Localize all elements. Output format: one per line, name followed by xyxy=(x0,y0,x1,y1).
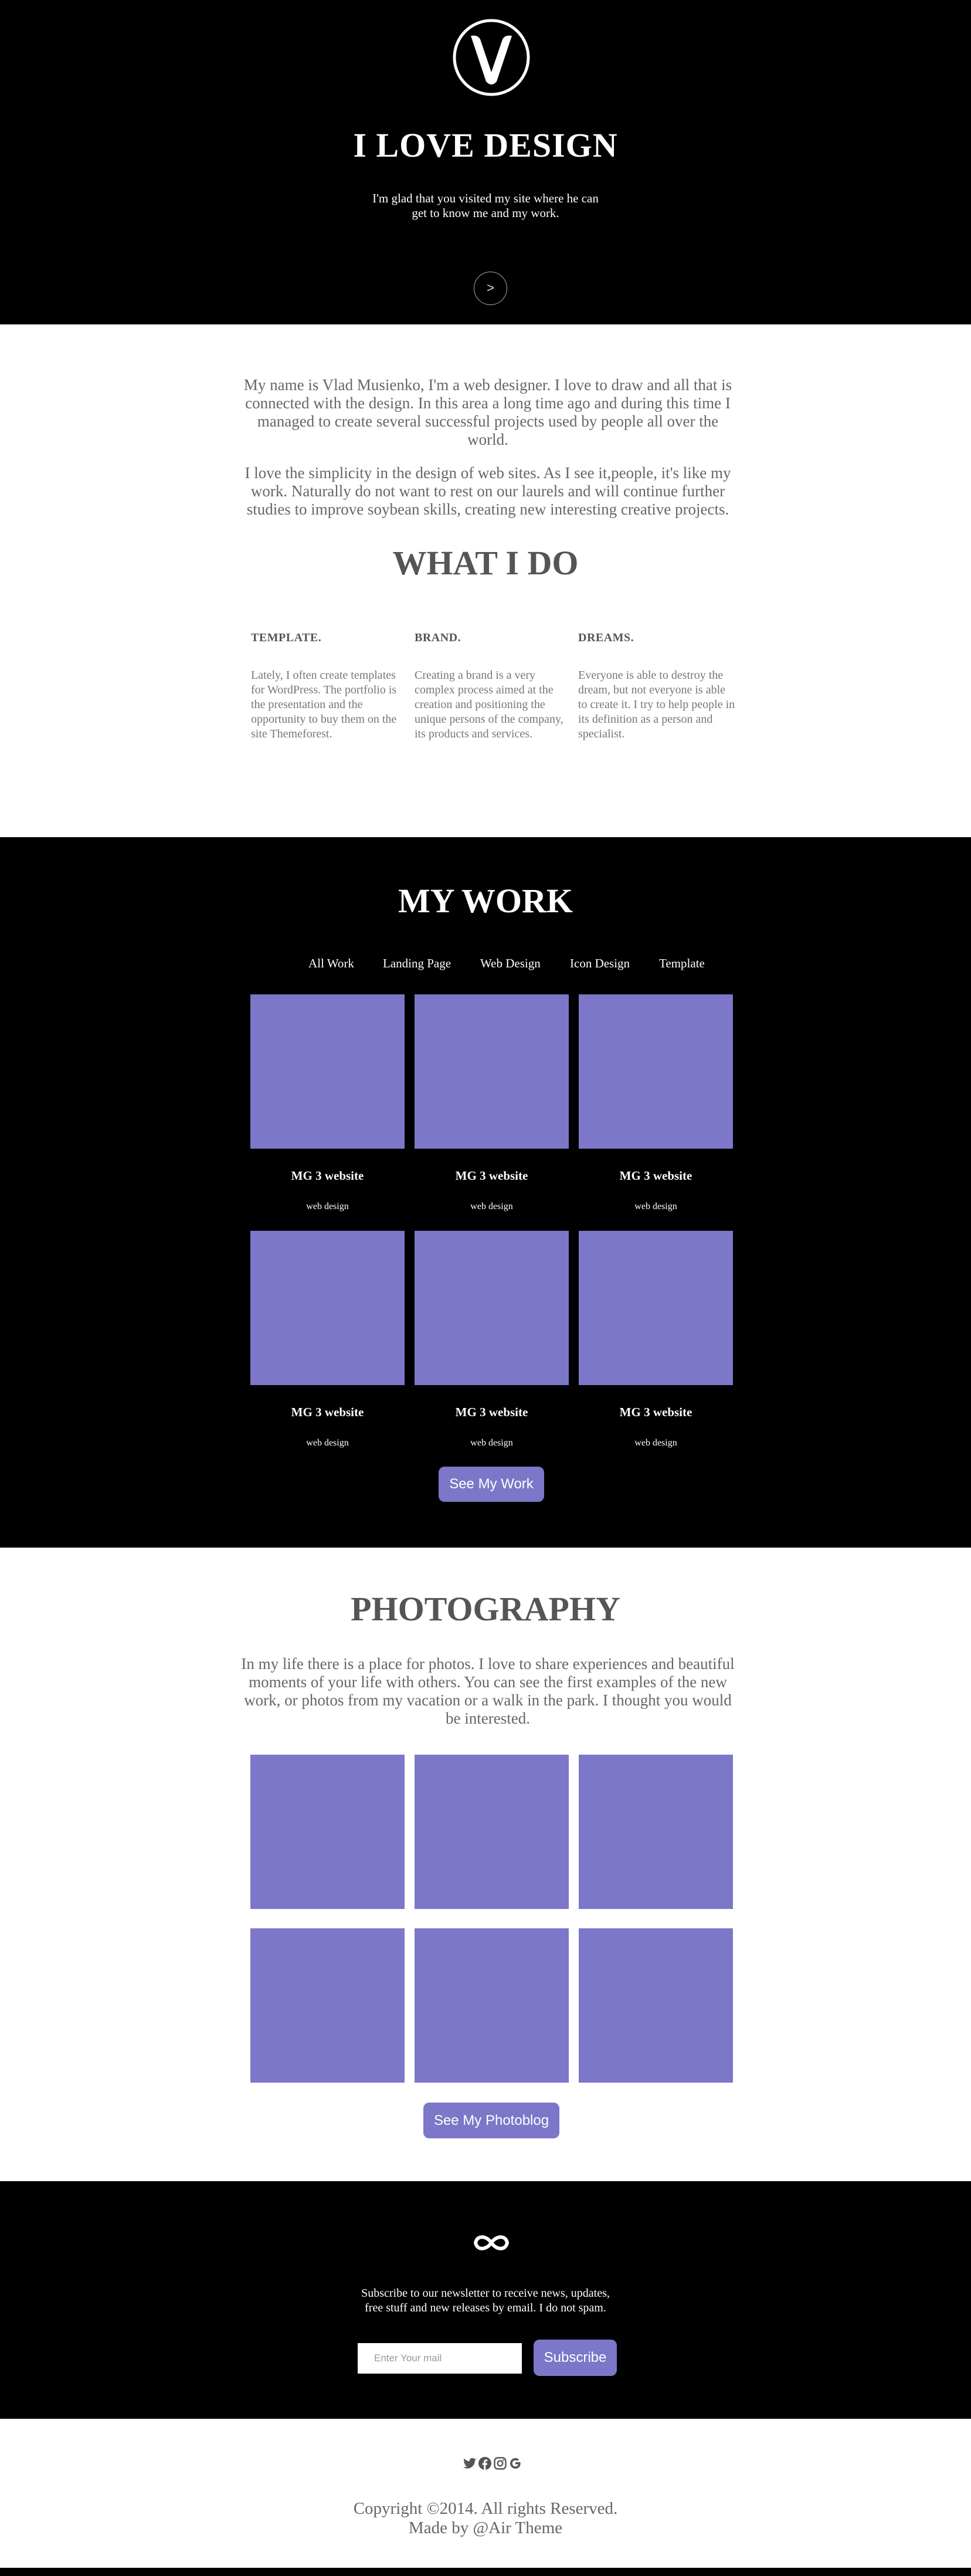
see-my-photoblog-button[interactable]: See My Photoblog xyxy=(423,2103,559,2138)
filter-web-design[interactable]: Web Design xyxy=(480,956,541,971)
bottom-bar xyxy=(0,2568,971,2576)
service-title: DREAMS. xyxy=(578,631,634,644)
photography-section: PHOTOGRAPHY In my life there is a place … xyxy=(0,1548,971,2181)
work-item-name[interactable]: MG 3 website xyxy=(415,1169,569,1183)
hero-section: I LOVE DESIGN I'm glad that you visited … xyxy=(0,0,971,324)
v-logo-icon xyxy=(453,19,530,96)
credit-text: Made by @Air Theme xyxy=(408,2519,563,2537)
service-text: Lately, I often create templates for Wor… xyxy=(251,669,397,740)
facebook-icon[interactable] xyxy=(478,2457,491,2470)
photography-title: PHOTOGRAPHY xyxy=(351,1590,620,1628)
what-i-do-title: WHAT I DO xyxy=(392,544,579,582)
work-title: MY WORK xyxy=(398,882,573,920)
newsletter-section: Subscribe to our newsletter to receive n… xyxy=(0,2181,971,2419)
work-thumbnail[interactable] xyxy=(415,994,569,1149)
work-item-name[interactable]: MG 3 website xyxy=(579,1405,733,1420)
work-item-category: web design xyxy=(634,1201,677,1211)
service-dreams: DREAMS. Everyone is able to destroy the … xyxy=(578,631,736,742)
email-input[interactable] xyxy=(358,2343,522,2374)
photo-thumbnail[interactable] xyxy=(579,1755,733,1909)
copyright: Copyright ©2014. All rights Reserved. Ma… xyxy=(0,2499,971,2538)
hero-title: I LOVE DESIGN xyxy=(353,126,618,164)
infinity-icon xyxy=(474,2235,509,2250)
service-template: TEMPLATE. Lately, I often create templat… xyxy=(251,631,409,742)
work-item-category: web design xyxy=(306,1438,349,1448)
service-brand: BRAND. Creating a brand is a very comple… xyxy=(415,631,573,742)
photo-thumbnail[interactable] xyxy=(579,1928,733,2083)
work-item-name[interactable]: MG 3 website xyxy=(250,1169,405,1183)
service-text: Everyone is able to destroy the dream, b… xyxy=(578,669,735,740)
filter-landing-page[interactable]: Landing Page xyxy=(383,956,451,971)
service-title: TEMPLATE. xyxy=(251,631,322,644)
work-thumbnail[interactable] xyxy=(579,994,733,1149)
see-my-work-button[interactable]: See My Work xyxy=(439,1467,544,1502)
work-item-category: web design xyxy=(470,1201,513,1211)
photo-thumbnail[interactable] xyxy=(250,1755,405,1909)
instagram-icon[interactable] xyxy=(494,2457,507,2470)
work-item-name[interactable]: MG 3 website xyxy=(250,1405,405,1420)
work-thumbnail[interactable] xyxy=(250,994,405,1149)
work-section: MY WORK All Work Landing Page Web Design… xyxy=(0,837,971,1548)
hero-subtitle: I'm glad that you visited my site where … xyxy=(372,191,599,220)
work-item-category: web design xyxy=(306,1201,349,1211)
work-item-name[interactable]: MG 3 website xyxy=(415,1405,569,1420)
work-item-category: web design xyxy=(634,1438,677,1448)
work-thumbnail[interactable] xyxy=(579,1231,733,1385)
work-item-name[interactable]: MG 3 website xyxy=(579,1169,733,1183)
about-paragraph-2: I love the simplicity in the design of w… xyxy=(245,464,731,518)
newsletter-text: Subscribe to our newsletter to receive n… xyxy=(361,2287,610,2314)
about-section: My name is Vlad Musienko, I'm a web desi… xyxy=(0,324,971,837)
photo-thumbnail[interactable] xyxy=(250,1928,405,2083)
scroll-down-button[interactable]: > xyxy=(474,272,507,305)
work-thumbnail[interactable] xyxy=(250,1231,405,1385)
filter-template[interactable]: Template xyxy=(659,956,705,971)
twitter-icon[interactable] xyxy=(463,2457,476,2469)
footer: Copyright ©2014. All rights Reserved. Ma… xyxy=(0,2419,971,2570)
photo-thumbnail[interactable] xyxy=(415,1928,569,2083)
google-icon[interactable] xyxy=(509,2457,522,2470)
copyright-text: Copyright ©2014. All rights Reserved. xyxy=(353,2499,618,2518)
work-filter-nav: All Work Landing Page Web Design Icon De… xyxy=(0,956,971,974)
photo-thumbnail[interactable] xyxy=(415,1755,569,1909)
subscribe-button[interactable]: Subscribe xyxy=(534,2340,617,2376)
photography-text: In my life there is a place for photos. … xyxy=(241,1655,735,1727)
work-item-category: web design xyxy=(470,1438,513,1448)
filter-icon-design[interactable]: Icon Design xyxy=(570,956,630,971)
service-text: Creating a brand is a very complex proce… xyxy=(415,669,563,740)
work-thumbnail[interactable] xyxy=(415,1231,569,1385)
filter-all-work[interactable]: All Work xyxy=(308,956,354,971)
about-paragraph-1: My name is Vlad Musienko, I'm a web desi… xyxy=(243,376,732,448)
service-title: BRAND. xyxy=(415,631,461,644)
